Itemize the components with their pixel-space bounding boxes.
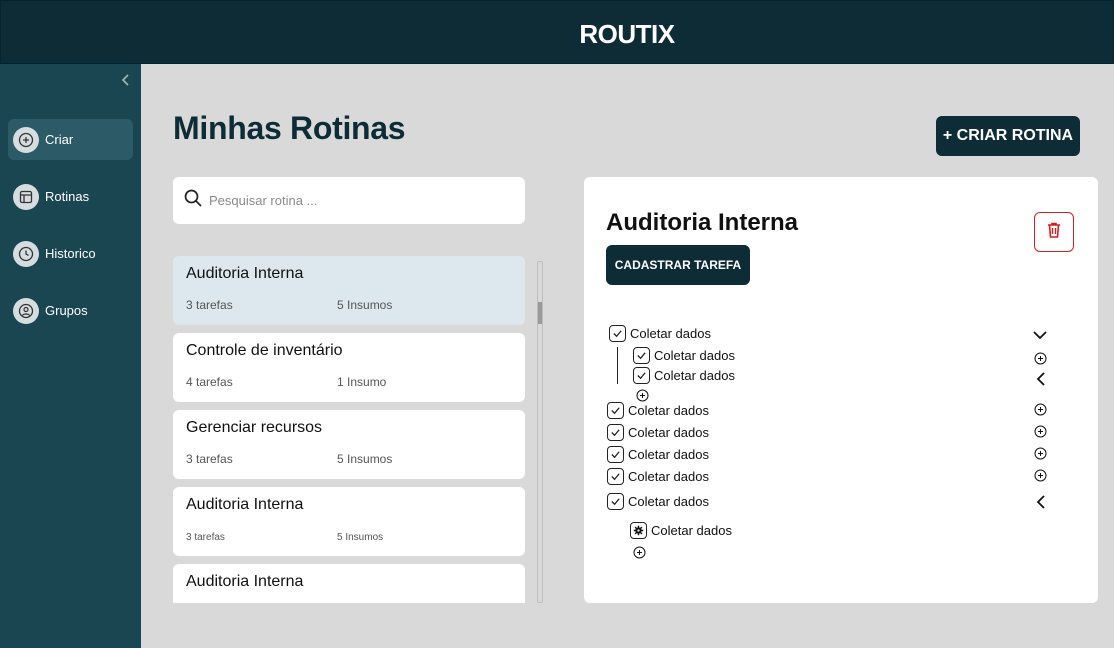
routine-title: Controle de inventário [186,342,343,359]
clock-icon [13,240,39,267]
subtask-item[interactable]: Coletar dados [633,347,735,364]
task-item[interactable]: Coletar dados [607,424,709,441]
sidebar-item-label: Historico [45,246,96,261]
checkbox-checked-icon[interactable] [633,367,650,384]
sidebar-item-label: Rotinas [45,189,90,204]
routine-task-count: 3 tarefas [186,532,225,543]
sidebar-item-rotinas[interactable]: Rotinas [8,176,133,217]
delete-routine-button[interactable] [1034,212,1074,252]
routine-input-count: 5 Insumos [337,298,393,312]
routine-detail-panel: Auditoria Interna CADASTRAR TAREFA [584,177,1098,603]
routine-title: Auditoria Interna [186,265,304,282]
checkbox-checked-icon[interactable] [607,493,624,510]
routine-list: Auditoria Interna 3 tarefas 5 Insumos Co… [173,256,525,603]
task-label: Coletar dados [628,469,709,484]
routine-input-count: 5 Insumos [337,452,393,466]
chevron-down-icon[interactable] [1032,327,1048,343]
subtask-item[interactable]: Coletar dados [633,367,735,384]
page-title: Minhas Rotinas [173,110,406,146]
routine-title: Gerenciar recursos [186,419,323,436]
sidebar-item-label: Criar [45,132,74,147]
routine-input-count: 1 Insumo [337,375,387,389]
task-item[interactable]: Coletar dados [607,402,709,419]
search-icon [183,188,209,213]
checkbox-checked-icon[interactable] [607,468,624,485]
add-circle-icon[interactable] [1034,425,1047,438]
brand-logo: ROUTIX [579,19,675,49]
detail-title: Auditoria Interna [606,209,799,236]
routine-task-count: 3 tarefas [186,298,233,312]
task-item[interactable]: Coletar dados [607,493,709,510]
table-icon [13,183,39,210]
routine-task-count: 4 tarefas [186,375,233,389]
scrollbar-thumb[interactable] [538,302,542,324]
add-circle-icon[interactable] [1034,447,1047,460]
task-label: Coletar dados [630,326,711,341]
collapse-sidebar-icon[interactable] [118,72,134,88]
checkbox-checked-icon[interactable] [607,446,624,463]
subtask-item[interactable]: Coletar dados [630,522,732,539]
task-label: Coletar dados [628,403,709,418]
search-input[interactable] [209,193,499,208]
routine-input-count: 5 Insumos [337,532,384,543]
search-box [173,177,525,224]
sidebar-item-grupos[interactable]: Grupos [8,290,133,331]
routine-task-count: 3 tarefas [186,452,233,466]
task-label: Coletar dados [651,523,732,538]
add-subtask-icon[interactable] [636,389,649,402]
routine-title: Auditoria Interna [186,573,304,590]
routine-card[interactable]: Auditoria Interna 3 tarefas 5 Insumos [173,487,525,556]
routine-card[interactable]: Auditoria Interna [173,564,525,603]
checkbox-checked-icon[interactable] [607,402,624,419]
trash-icon [1044,220,1064,245]
routine-card[interactable]: Gerenciar recursos 3 tarefas 5 Insumos [173,410,525,479]
sidebar-item-historico[interactable]: Historico [8,233,133,274]
chevron-left-icon[interactable] [1033,371,1049,387]
task-label: Coletar dados [628,425,709,440]
task-item[interactable]: Coletar dados [609,325,711,342]
register-task-button[interactable]: CADASTRAR TAREFA [606,245,750,285]
add-subtask-icon[interactable] [633,546,646,559]
user-icon [13,297,39,324]
tree-connector [617,347,618,384]
routine-title: Auditoria Interna [186,496,304,513]
list-scrollbar[interactable] [537,261,543,603]
routine-card[interactable]: Controle de inventário 4 tarefas 1 Insum… [173,333,525,402]
checkbox-checked-icon[interactable] [609,325,626,342]
plus-circle-icon [13,126,39,153]
task-item[interactable]: Coletar dados [607,468,709,485]
task-label: Coletar dados [654,368,735,383]
task-item[interactable]: Coletar dados [607,446,709,463]
create-routine-button[interactable]: + CRIAR ROTINA [936,116,1080,156]
routine-card[interactable]: Auditoria Interna 3 tarefas 5 Insumos [173,256,525,325]
chevron-left-icon[interactable] [1033,494,1049,510]
add-circle-icon[interactable] [1034,469,1047,482]
add-circle-icon[interactable] [1034,352,1047,365]
sidebar: Criar Rotinas Historico Grupos [0,64,141,648]
gear-icon[interactable] [630,522,647,539]
add-circle-icon[interactable] [1034,403,1047,416]
task-label: Coletar dados [628,494,709,509]
sidebar-item-label: Grupos [45,303,88,318]
checkbox-checked-icon[interactable] [607,424,624,441]
task-label: Coletar dados [654,348,735,363]
checkbox-checked-icon[interactable] [633,347,650,364]
sidebar-item-criar[interactable]: Criar [8,119,133,160]
task-label: Coletar dados [628,447,709,462]
top-bar: ROUTIX [0,0,1114,64]
